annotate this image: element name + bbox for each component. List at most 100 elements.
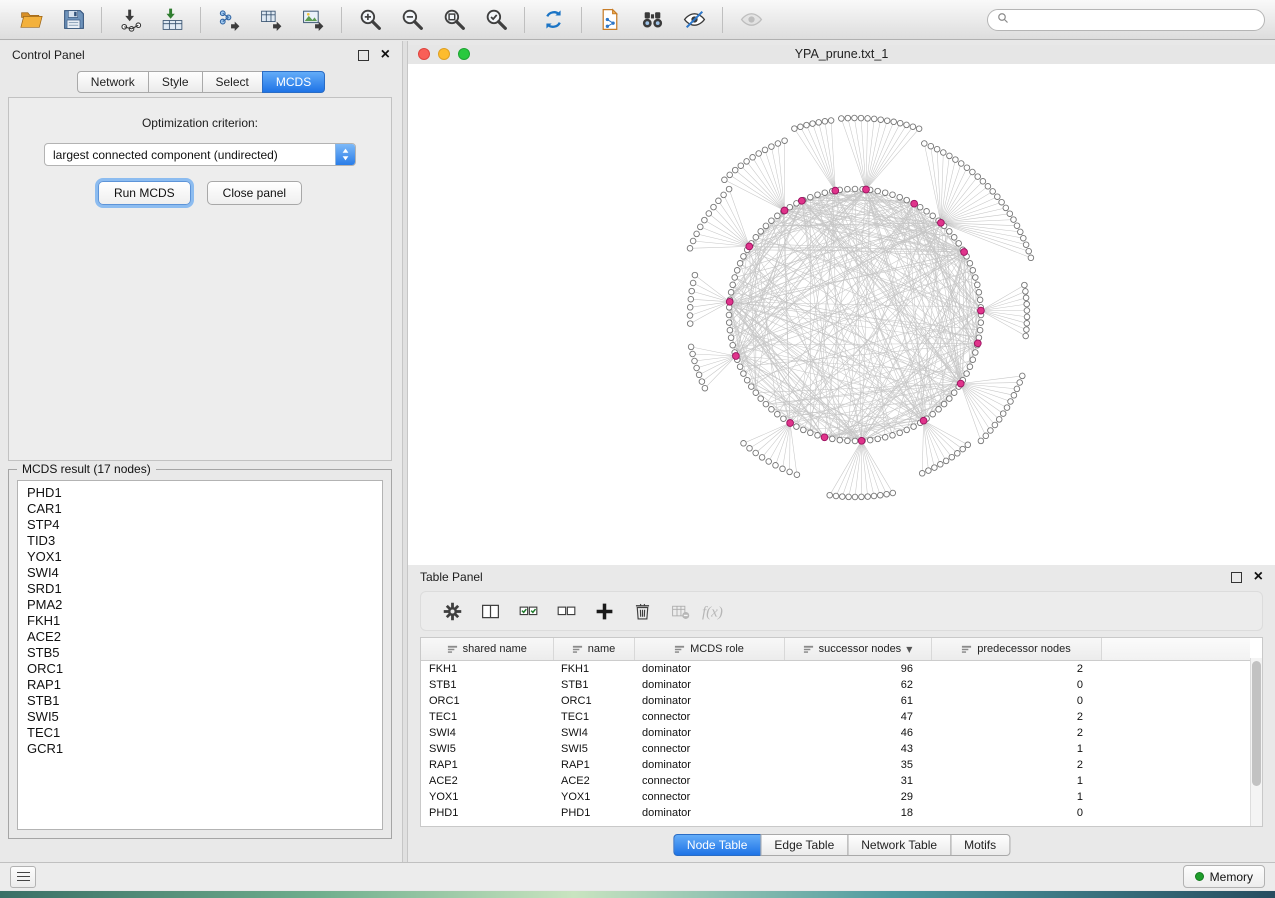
function-builder-button[interactable]: f(x) (699, 596, 737, 626)
toolbar-separator (524, 7, 525, 33)
tab-style[interactable]: Style (148, 71, 203, 93)
refresh-button[interactable] (532, 4, 574, 36)
result-node[interactable]: STB1 (27, 693, 382, 709)
export-image-icon (301, 7, 326, 32)
export-image-button[interactable] (292, 4, 334, 36)
zoom-selected-button[interactable] (475, 4, 517, 36)
table-tab-motifs[interactable]: Motifs (950, 834, 1010, 856)
network-view[interactable] (408, 64, 1275, 565)
control-panel-tabs: NetworkStyleSelectMCDS (0, 71, 402, 93)
column-header-icon (447, 644, 458, 655)
column-header-successor-nodes[interactable]: successor nodes▼ (784, 638, 931, 661)
mcds-result-list[interactable]: PHD1CAR1STP4TID3YOX1SWI4SRD1PMA2FKH1ACE2… (17, 480, 383, 830)
criterion-dropdown[interactable]: largest connected component (undirected) (44, 143, 356, 166)
result-node[interactable]: YOX1 (27, 549, 382, 565)
result-node[interactable]: SRD1 (27, 581, 382, 597)
cell-filler (1101, 805, 1250, 821)
zoom-fit-button[interactable] (433, 4, 475, 36)
cell-name: SWI4 (553, 725, 634, 741)
table-scrollbar-thumb[interactable] (1252, 661, 1261, 786)
delete-column-button[interactable] (623, 596, 661, 626)
result-node[interactable]: SWI5 (27, 709, 382, 725)
table-settings-button[interactable] (433, 596, 471, 626)
result-node[interactable]: TEC1 (27, 725, 382, 741)
select-all-button[interactable] (509, 596, 547, 626)
network-graph[interactable] (408, 64, 1275, 565)
table-tab-edge-table[interactable]: Edge Table (760, 834, 848, 856)
show-panel-list-button[interactable] (10, 866, 36, 888)
save-button[interactable] (52, 4, 94, 36)
tab-select[interactable]: Select (202, 71, 263, 93)
cell-filler (1101, 661, 1250, 678)
cell-successors: 29 (784, 789, 931, 805)
table-panel-title: Table Panel (420, 570, 483, 584)
search-box[interactable] (987, 9, 1265, 31)
memory-status-icon (1195, 872, 1204, 881)
memory-button[interactable]: Memory (1183, 865, 1265, 888)
result-node[interactable]: ORC1 (27, 661, 382, 677)
add-column-button[interactable] (585, 596, 623, 626)
zoom-in-button[interactable] (349, 4, 391, 36)
cell-shared_name: FKH1 (421, 661, 553, 678)
find-button[interactable] (631, 4, 673, 36)
import-network-button[interactable] (109, 4, 151, 36)
tab-network[interactable]: Network (77, 71, 149, 93)
destroy-table-button[interactable] (661, 596, 699, 626)
result-node[interactable]: RAP1 (27, 677, 382, 693)
result-node[interactable]: ACE2 (27, 629, 382, 645)
result-node[interactable]: TID3 (27, 533, 382, 549)
cell-successors: 46 (784, 725, 931, 741)
close-table-panel-icon[interactable]: × (1254, 569, 1263, 585)
table-tab-node-table[interactable]: Node Table (673, 834, 762, 856)
toggle-graphics-button[interactable] (673, 4, 715, 36)
run-mcds-button[interactable]: Run MCDS (98, 181, 191, 205)
search-input[interactable] (1015, 12, 1255, 28)
result-node[interactable]: PHD1 (27, 485, 382, 501)
export-network-button[interactable] (208, 4, 250, 36)
sort-arrow-icon[interactable]: ▼ (906, 645, 912, 654)
column-header-predecessor-nodes[interactable]: predecessor nodes (931, 638, 1101, 661)
cell-shared_name: ACE2 (421, 773, 553, 789)
column-header-icon (674, 644, 685, 655)
result-node[interactable]: STB5 (27, 645, 382, 661)
float-panel-icon[interactable] (358, 50, 369, 61)
float-table-panel-icon[interactable] (1231, 572, 1242, 583)
result-node[interactable]: PMA2 (27, 597, 382, 613)
cell-successors: 43 (784, 741, 931, 757)
refresh-icon (541, 7, 566, 32)
network-window-titlebar[interactable]: YPA_prune.txt_1 (408, 45, 1275, 65)
result-node[interactable]: CAR1 (27, 501, 382, 517)
open-button[interactable] (10, 4, 52, 36)
show-view-button[interactable] (730, 4, 772, 36)
dropdown-stepper-icon[interactable] (335, 144, 355, 165)
result-node[interactable]: SWI4 (27, 565, 382, 581)
zoom-out-button[interactable] (391, 4, 433, 36)
export-document-button[interactable] (589, 4, 631, 36)
table-row[interactable]: STB1STB1dominator620 (421, 677, 1250, 693)
column-header-name[interactable]: name (553, 638, 634, 661)
import-table-button[interactable] (151, 4, 193, 36)
table-row[interactable]: YOX1YOX1connector291 (421, 789, 1250, 805)
close-panel-button[interactable]: Close panel (207, 181, 302, 205)
table-row[interactable]: PHD1PHD1dominator180 (421, 805, 1250, 821)
show-columns-button[interactable] (471, 596, 509, 626)
result-node[interactable]: GCR1 (27, 741, 382, 757)
result-node[interactable]: STP4 (27, 517, 382, 533)
table-tab-network-table[interactable]: Network Table (847, 834, 951, 856)
deselect-all-button[interactable] (547, 596, 585, 626)
result-node[interactable]: FKH1 (27, 613, 382, 629)
table-row[interactable]: SWI5SWI5connector431 (421, 741, 1250, 757)
tab-mcds[interactable]: MCDS (262, 71, 325, 93)
export-table-button[interactable] (250, 4, 292, 36)
table-row[interactable]: ORC1ORC1dominator610 (421, 693, 1250, 709)
close-panel-icon[interactable]: × (381, 47, 390, 63)
cell-name: STB1 (553, 677, 634, 693)
column-header-MCDS-role[interactable]: MCDS role (634, 638, 784, 661)
table-row[interactable]: FKH1FKH1dominator962 (421, 661, 1250, 678)
table-row[interactable]: TEC1TEC1connector472 (421, 709, 1250, 725)
table-row[interactable]: SWI4SWI4dominator462 (421, 725, 1250, 741)
table-scrollbar[interactable] (1250, 658, 1262, 826)
column-header-shared-name[interactable]: shared name (421, 638, 553, 661)
table-row[interactable]: RAP1RAP1dominator352 (421, 757, 1250, 773)
table-row[interactable]: ACE2ACE2connector311 (421, 773, 1250, 789)
